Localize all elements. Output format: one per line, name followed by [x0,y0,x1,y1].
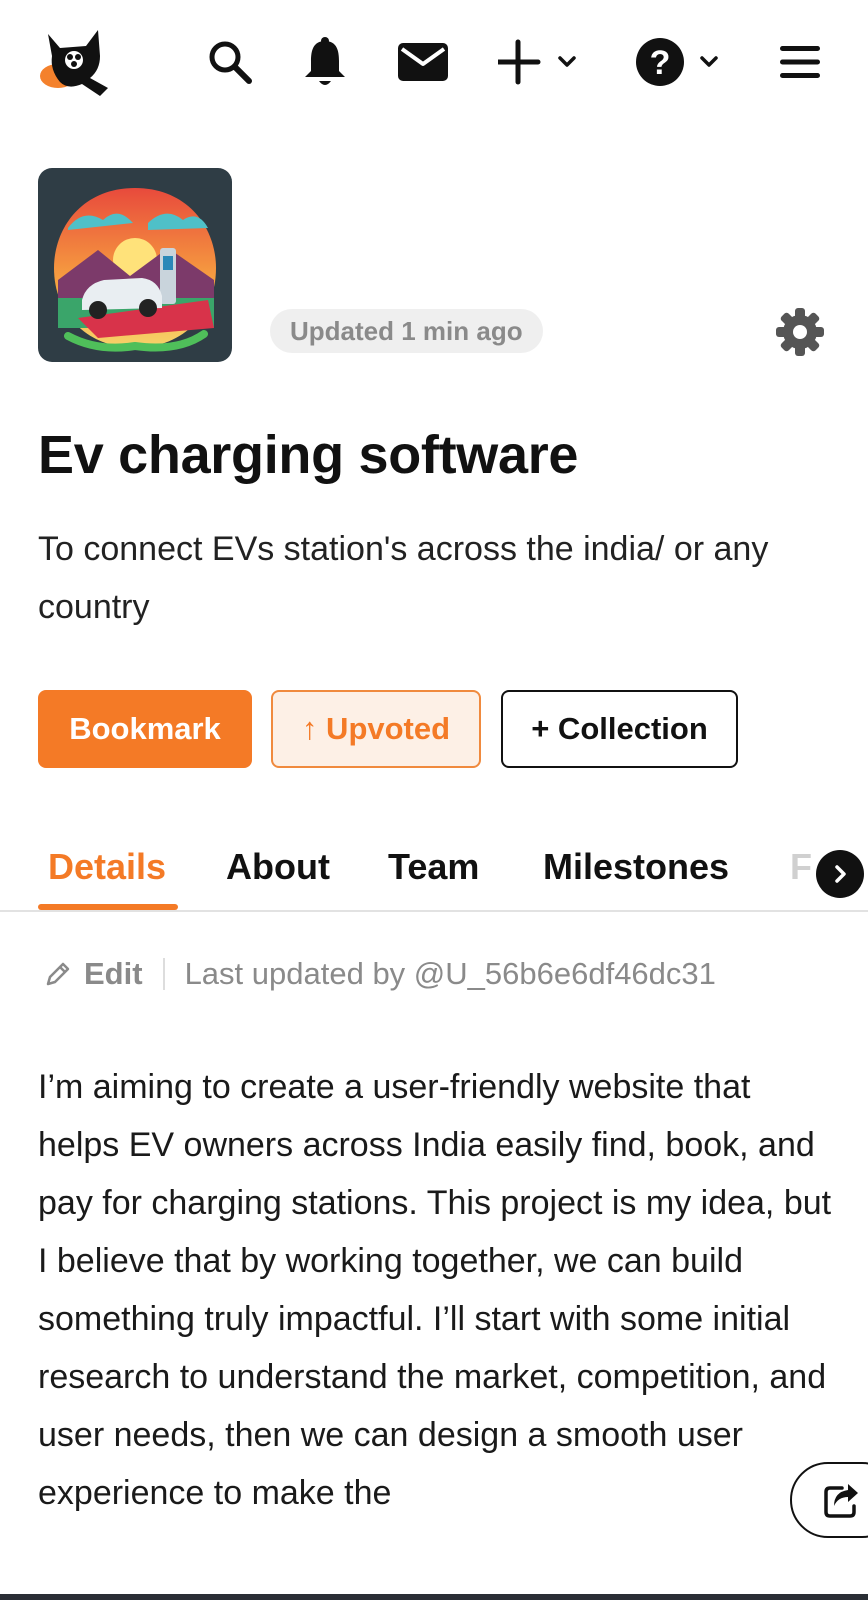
tab-about[interactable]: About [226,846,330,888]
plus-icon [498,39,541,85]
create-menu-button[interactable] [498,38,588,86]
upvote-button[interactable]: ↑ Upvoted [271,690,481,768]
tab-milestones[interactable]: Milestones [543,846,729,888]
help-icon: ? [636,38,684,86]
project-image [38,168,232,362]
bell-icon[interactable] [300,34,350,90]
chevron-down-icon [700,56,718,67]
updated-badge: Updated 1 min ago [270,309,543,353]
help-menu-button[interactable]: ? [634,36,728,88]
tab-next-partial[interactable]: F [790,846,812,888]
project-title: Ev charging software [38,425,579,485]
edit-row: Edit Last updated by @U_56b6e6df46dc31 [44,952,716,996]
divider [162,958,165,990]
tab-details[interactable]: Details [48,846,166,888]
cat-logo[interactable] [38,26,114,98]
active-tab-indicator [38,904,178,910]
bookmark-button[interactable]: Bookmark [38,690,252,768]
chevron-right-icon[interactable] [816,850,864,898]
share-button[interactable] [790,1462,868,1538]
project-tabs: Details About Team Milestones F [0,830,868,912]
svg-text:?: ? [650,44,671,82]
top-navigation: ? [0,0,868,128]
pencil-icon [46,962,70,986]
system-bar [0,1594,868,1600]
edit-label: Edit [84,956,143,991]
add-to-collection-button[interactable]: + Collection [501,690,738,768]
edit-button[interactable]: Edit [44,956,143,992]
gear-icon[interactable] [774,306,826,358]
tab-team[interactable]: Team [388,846,479,888]
share-icon [824,1484,858,1518]
mail-icon[interactable] [396,40,450,84]
last-updated-text: Last updated by @U_56b6e6df46dc31 [184,956,716,991]
project-tagline: To connect EVs station's across the indi… [38,530,769,626]
search-icon[interactable] [206,38,254,86]
menu-icon[interactable] [778,44,822,80]
project-description: I’m aiming to create a user-friendly web… [38,1068,832,1512]
chevron-down-icon [558,56,576,67]
